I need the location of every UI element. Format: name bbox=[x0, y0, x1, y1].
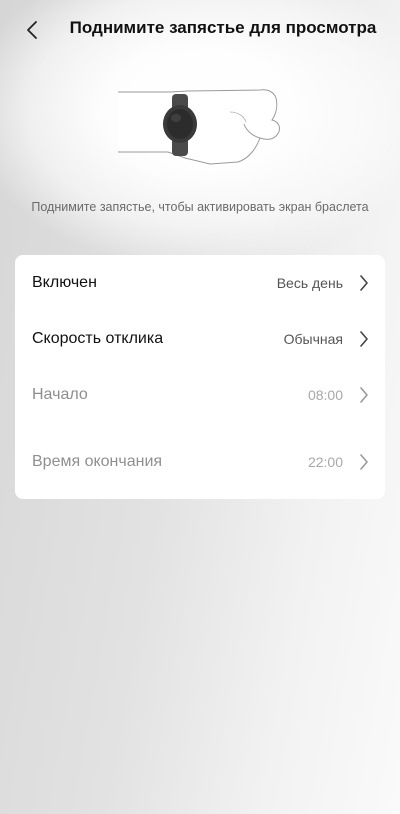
setting-value: Обычная bbox=[283, 331, 343, 347]
setting-value: Весь день bbox=[276, 275, 343, 291]
chevron-right-icon bbox=[360, 387, 368, 403]
setting-row-start-time[interactable]: Начало 08:00 bbox=[15, 367, 385, 423]
chevron-left-icon bbox=[27, 21, 37, 39]
setting-label: Включен bbox=[32, 274, 97, 291]
setting-row-enabled[interactable]: Включен Весь день bbox=[15, 255, 385, 311]
chevron-right-icon bbox=[360, 454, 368, 470]
header: Поднимите запястье для просмотра bbox=[0, 0, 400, 60]
setting-label: Начало bbox=[32, 386, 88, 403]
back-button[interactable] bbox=[18, 16, 46, 44]
setting-value: 08:00 bbox=[307, 387, 343, 403]
chevron-right-icon bbox=[360, 331, 368, 347]
setting-row-end-time[interactable]: Время окончания 22:00 bbox=[15, 434, 385, 490]
setting-value: 22:00 bbox=[307, 454, 343, 470]
settings-card: Включен Весь день Скорость отклика Обычн… bbox=[15, 255, 385, 499]
chevron-right-icon bbox=[360, 275, 368, 291]
setting-row-response-speed[interactable]: Скорость отклика Обычная bbox=[15, 311, 385, 367]
setting-label: Скорость отклика bbox=[32, 330, 164, 347]
wrist-band-icon bbox=[118, 89, 280, 165]
hint-text: Поднимите запястье, чтобы активировать э… bbox=[31, 200, 369, 214]
page-title: Поднимите запястье для просмотра bbox=[69, 18, 377, 37]
setting-label: Время окончания bbox=[32, 453, 163, 470]
wrist-band-illustration bbox=[110, 82, 290, 172]
